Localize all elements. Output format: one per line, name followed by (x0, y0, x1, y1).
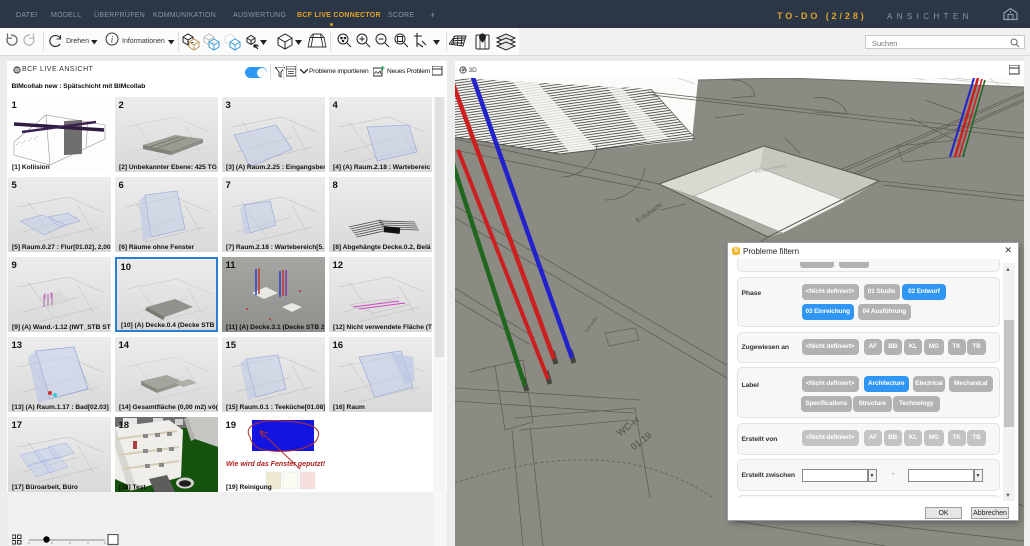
svg-text:Wie wird das Fenster geputzt!: Wie wird das Fenster geputzt! (226, 461, 325, 468)
svg-text:i: i (111, 35, 114, 45)
